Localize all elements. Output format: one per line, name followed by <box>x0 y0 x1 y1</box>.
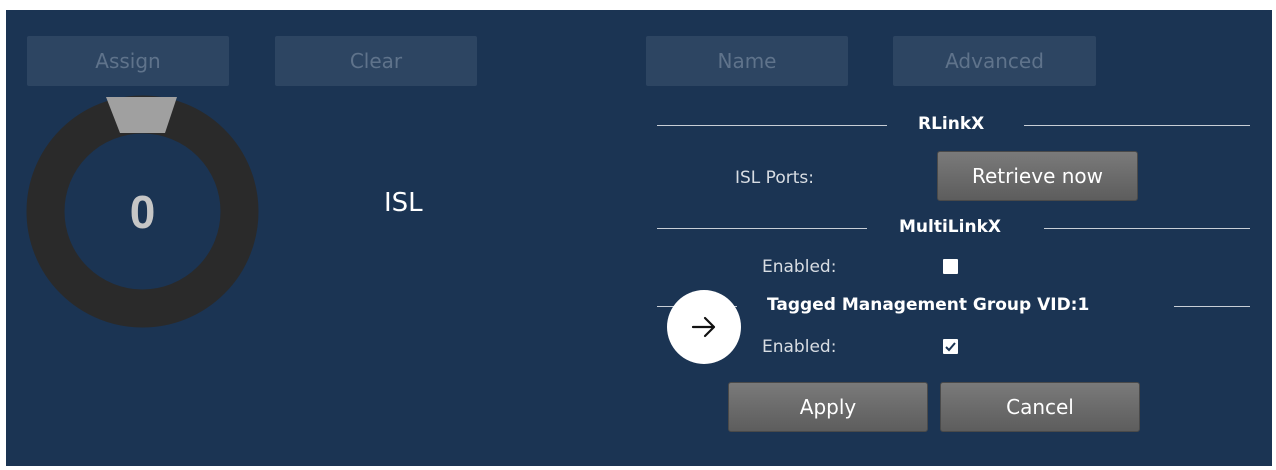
rlinkx-divider-right <box>1024 125 1250 126</box>
cancel-button[interactable]: Cancel <box>940 382 1140 432</box>
isl-label: ISL <box>384 188 423 218</box>
tagged-enabled-label: Enabled: <box>762 337 837 357</box>
multilinkx-enabled-label: Enabled: <box>762 257 837 277</box>
advanced-button[interactable]: Advanced <box>893 36 1096 86</box>
rlinkx-title: RLinkX <box>918 114 985 134</box>
multilinkx-divider-right <box>1044 228 1250 229</box>
tagged-mgmt-title: Tagged Management Group VID:1 <box>767 295 1090 315</box>
port-count-gauge: 0 <box>26 95 259 328</box>
next-arrow-button[interactable] <box>667 290 741 364</box>
apply-button[interactable]: Apply <box>728 382 928 432</box>
isl-ports-label: ISL Ports: <box>735 168 814 188</box>
checkmark-icon <box>945 342 956 352</box>
retrieve-now-button[interactable]: Retrieve now <box>937 151 1138 201</box>
assign-button[interactable]: Assign <box>27 36 229 86</box>
name-button[interactable]: Name <box>646 36 848 86</box>
clear-button[interactable]: Clear <box>275 36 477 86</box>
tagged-divider-right <box>1174 306 1250 307</box>
arrow-right-icon <box>691 316 716 338</box>
multilinkx-enabled-checkbox[interactable] <box>943 259 958 274</box>
settings-panel: Assign Clear Name Advanced 0 ISL RLinkX … <box>6 10 1272 466</box>
multilinkx-title: MultiLinkX <box>899 217 1001 237</box>
rlinkx-divider-left <box>657 125 887 126</box>
tagged-enabled-checkbox[interactable] <box>943 339 958 354</box>
port-count-value: 0 <box>129 185 156 238</box>
multilinkx-divider-left <box>657 228 867 229</box>
